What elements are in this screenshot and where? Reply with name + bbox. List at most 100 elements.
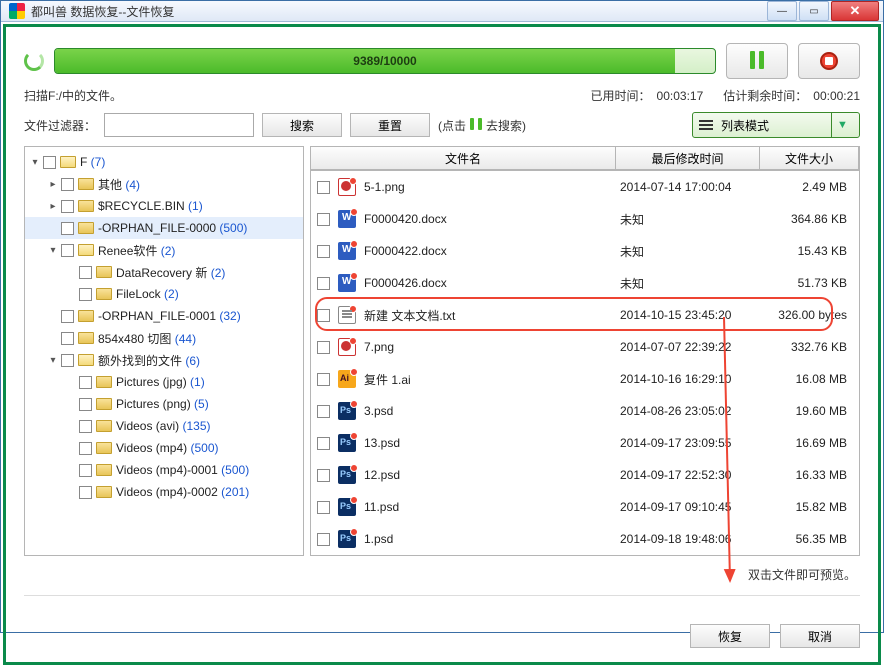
- file-name: 13.psd: [364, 436, 620, 450]
- tree-node[interactable]: Pictures (jpg) (1): [25, 371, 303, 393]
- col-date[interactable]: 最后修改时间: [615, 146, 760, 170]
- tree-label: F (7): [80, 155, 105, 169]
- tree-checkbox[interactable]: [79, 266, 92, 279]
- file-checkbox[interactable]: [317, 277, 330, 290]
- tree-node[interactable]: FileLock (2): [25, 283, 303, 305]
- file-checkbox[interactable]: [317, 309, 330, 322]
- col-size[interactable]: 文件大小: [759, 146, 859, 170]
- folder-icon: [78, 310, 94, 322]
- tree-node[interactable]: ▾ F (7): [25, 151, 303, 173]
- file-name: F0000420.docx: [364, 212, 620, 226]
- tree-node[interactable]: Videos (mp4)-0001 (500): [25, 459, 303, 481]
- file-name: 复件 1.ai: [364, 371, 620, 388]
- tree-checkbox[interactable]: [79, 442, 92, 455]
- stop-button[interactable]: [798, 43, 860, 79]
- tree-node[interactable]: ▸其他 (4): [25, 173, 303, 195]
- tree-node[interactable]: ▾Renee软件 (2): [25, 239, 303, 261]
- file-size: 364.86 KB: [765, 212, 853, 226]
- file-row[interactable]: 复件 1.ai2014-10-16 16:29:1016.08 MB: [311, 363, 859, 395]
- file-size: 56.35 MB: [765, 532, 853, 546]
- file-row[interactable]: F0000422.docx未知15.43 KB: [311, 235, 859, 267]
- file-type-icon: [338, 434, 356, 452]
- col-filename[interactable]: 文件名: [310, 146, 616, 170]
- stop-icon: [820, 52, 838, 70]
- tree-twisty[interactable]: ▾: [47, 355, 59, 366]
- cancel-button[interactable]: 取消: [780, 624, 860, 648]
- file-name: F0000422.docx: [364, 244, 620, 258]
- tree-checkbox[interactable]: [61, 178, 74, 191]
- folder-icon: [78, 200, 94, 212]
- file-checkbox[interactable]: [317, 341, 330, 354]
- file-row[interactable]: 1.psd2014-09-18 19:48:0656.35 MB: [311, 523, 859, 555]
- folder-tree[interactable]: ▾F (7)▸其他 (4)▸$RECYCLE.BIN (1)-ORPHAN_FI…: [24, 146, 304, 556]
- file-row[interactable]: 11.psd2014-09-17 09:10:4515.82 MB: [311, 491, 859, 523]
- tree-checkbox[interactable]: [61, 222, 74, 235]
- tree-node[interactable]: Videos (mp4) (500): [25, 437, 303, 459]
- tree-node[interactable]: -ORPHAN_FILE-0001 (32): [25, 305, 303, 327]
- tree-node[interactable]: -ORPHAN_FILE-0000 (500): [25, 217, 303, 239]
- file-type-icon: [338, 402, 356, 420]
- file-row[interactable]: 13.psd2014-09-17 23:09:5516.69 MB: [311, 427, 859, 459]
- search-button[interactable]: 搜索: [262, 113, 342, 137]
- tree-twisty[interactable]: ▾: [47, 245, 59, 256]
- tree-node[interactable]: Pictures (png) (5): [25, 393, 303, 415]
- file-checkbox[interactable]: [317, 213, 330, 226]
- tree-checkbox[interactable]: [61, 244, 74, 257]
- folder-icon: [78, 178, 94, 190]
- file-row[interactable]: 3.psd2014-08-26 23:05:0219.60 MB: [311, 395, 859, 427]
- tree-node[interactable]: ▾额外找到的文件 (6): [25, 349, 303, 371]
- file-checkbox[interactable]: [317, 437, 330, 450]
- tree-checkbox[interactable]: [79, 420, 92, 433]
- tree-checkbox[interactable]: [79, 288, 92, 301]
- tree-node[interactable]: ▸$RECYCLE.BIN (1): [25, 195, 303, 217]
- file-checkbox[interactable]: [317, 501, 330, 514]
- tree-twisty[interactable]: ▾: [29, 157, 41, 168]
- tree-twisty[interactable]: ▸: [47, 179, 59, 190]
- view-mode-dropdown[interactable]: 列表模式 ▼: [692, 112, 860, 138]
- minimize-button[interactable]: —: [767, 1, 797, 21]
- file-name: 12.psd: [364, 468, 620, 482]
- reset-button[interactable]: 重置: [350, 113, 430, 137]
- titlebar: 都叫兽 数据恢复--文件恢复 — ▭ ✕: [1, 1, 883, 22]
- file-row[interactable]: 5-1.png2014-07-14 17:00:042.49 MB: [311, 171, 859, 203]
- tree-node[interactable]: Videos (avi) (135): [25, 415, 303, 437]
- file-date: 未知: [620, 275, 765, 292]
- maximize-button[interactable]: ▭: [799, 1, 829, 21]
- tree-checkbox[interactable]: [79, 486, 92, 499]
- filter-input[interactable]: [104, 113, 254, 137]
- tree-checkbox[interactable]: [43, 156, 56, 169]
- file-list[interactable]: 5-1.png2014-07-14 17:00:042.49 MBF000042…: [311, 171, 859, 555]
- eta-value: 00:00:21: [813, 89, 860, 103]
- file-checkbox[interactable]: [317, 533, 330, 546]
- tree-node[interactable]: Videos (mp4)-0002 (201): [25, 481, 303, 503]
- file-checkbox[interactable]: [317, 373, 330, 386]
- file-type-icon: [338, 338, 356, 356]
- file-date: 2014-09-17 09:10:45: [620, 500, 765, 514]
- file-checkbox[interactable]: [317, 245, 330, 258]
- tree-checkbox[interactable]: [61, 354, 74, 367]
- tree-label: 854x480 切图 (44): [98, 330, 196, 347]
- tree-checkbox[interactable]: [61, 310, 74, 323]
- file-checkbox[interactable]: [317, 469, 330, 482]
- file-row[interactable]: 新建 文本文档.txt2014-10-15 23:45:20326.00 byt…: [311, 299, 859, 331]
- preview-hint: 双击文件即可预览。: [24, 564, 860, 583]
- close-button[interactable]: ✕: [831, 1, 879, 21]
- tree-node[interactable]: DataRecovery 新 (2): [25, 261, 303, 283]
- tree-checkbox[interactable]: [61, 200, 74, 213]
- file-checkbox[interactable]: [317, 405, 330, 418]
- file-row[interactable]: 12.psd2014-09-17 22:52:3016.33 MB: [311, 459, 859, 491]
- file-checkbox[interactable]: [317, 181, 330, 194]
- tree-twisty[interactable]: ▸: [47, 201, 59, 212]
- tree-label: Pictures (png) (5): [116, 397, 209, 411]
- tree-checkbox[interactable]: [79, 398, 92, 411]
- tree-node[interactable]: 854x480 切图 (44): [25, 327, 303, 349]
- file-row[interactable]: F0000426.docx未知51.73 KB: [311, 267, 859, 299]
- file-row[interactable]: 7.png2014-07-07 22:39:22332.76 KB: [311, 331, 859, 363]
- tree-checkbox[interactable]: [61, 332, 74, 345]
- recover-button[interactable]: 恢复: [690, 624, 770, 648]
- file-row[interactable]: F0000420.docx未知364.86 KB: [311, 203, 859, 235]
- filter-label: 文件过滤器：: [24, 117, 96, 134]
- pause-button[interactable]: [726, 43, 788, 79]
- tree-checkbox[interactable]: [79, 464, 92, 477]
- tree-checkbox[interactable]: [79, 376, 92, 389]
